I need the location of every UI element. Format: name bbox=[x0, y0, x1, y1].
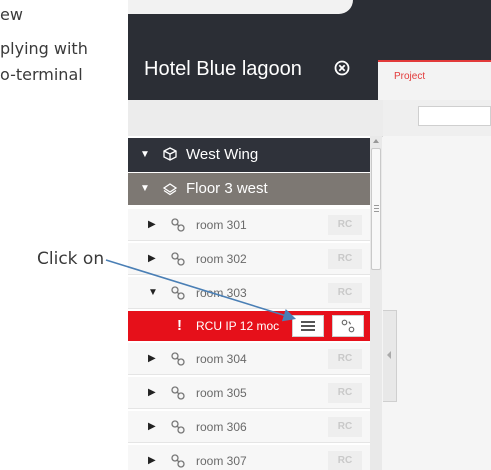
link-icon bbox=[171, 454, 185, 468]
unlink-icon bbox=[341, 319, 355, 333]
warning-icon: ! bbox=[177, 317, 182, 334]
rc-badge: RC bbox=[328, 283, 362, 303]
tree-item-label: room 307 bbox=[196, 454, 247, 468]
floor-layers-icon bbox=[162, 183, 178, 196]
link-icon bbox=[171, 252, 185, 266]
close-circle-icon bbox=[334, 60, 350, 76]
tab-project-label: Project bbox=[394, 71, 426, 82]
tree-item-room[interactable]: ▶ room 304 RC bbox=[128, 343, 370, 375]
tree-item-room[interactable]: ▶ room 302 RC bbox=[128, 243, 370, 275]
rc-badge: RC bbox=[328, 383, 362, 403]
caret-right-icon[interactable]: ▶ bbox=[148, 219, 156, 230]
close-project-button[interactable] bbox=[332, 60, 352, 80]
rc-badge: RC bbox=[328, 451, 362, 470]
tree-item-label: Floor 3 west bbox=[186, 180, 268, 197]
caret-right-icon[interactable]: ▶ bbox=[148, 353, 156, 364]
browser-tab-strip bbox=[128, 0, 353, 14]
tree-item-label: room 304 bbox=[196, 352, 247, 366]
tree-item-label: room 305 bbox=[196, 386, 247, 400]
tree-item-label: room 303 bbox=[196, 286, 247, 300]
panel-collapse-handle[interactable] bbox=[383, 310, 397, 402]
tree-item-room[interactable]: ▼ room 303 RC bbox=[128, 277, 370, 309]
caret-down-icon[interactable]: ▼ bbox=[148, 287, 158, 298]
tree-item-room[interactable]: ▶ room 307 RC bbox=[128, 445, 370, 470]
project-tree: ▼ West Wing ▼ Floor 3 west ▶ room 301 RC… bbox=[128, 136, 370, 470]
building-cube-icon bbox=[163, 147, 177, 161]
caret-right-icon[interactable]: ▶ bbox=[148, 455, 156, 466]
instruction-text-line-3: o-terminal bbox=[0, 65, 83, 84]
unlink-button[interactable] bbox=[332, 315, 364, 337]
tree-item-west-wing[interactable]: ▼ West Wing bbox=[128, 138, 370, 172]
tab-project[interactable]: Project bbox=[378, 60, 491, 100]
rc-badge: RC bbox=[328, 249, 362, 269]
tree-item-rcu-alert[interactable]: ! RCU IP 12 moc bbox=[128, 311, 370, 341]
link-icon bbox=[171, 420, 185, 434]
callout-label: Click on bbox=[37, 249, 105, 269]
caret-right-icon[interactable]: ▶ bbox=[148, 253, 156, 264]
app-window: Hotel Blue lagoon Project ▼ West Wing ▼ bbox=[128, 0, 491, 470]
link-icon bbox=[171, 352, 185, 366]
rc-badge: RC bbox=[328, 215, 362, 235]
tree-item-floor-3-west[interactable]: ▼ Floor 3 west bbox=[128, 173, 370, 205]
caret-down-icon[interactable]: ▼ bbox=[140, 183, 150, 194]
grip-icon bbox=[374, 205, 379, 212]
caret-down-icon[interactable]: ▼ bbox=[140, 149, 150, 160]
tree-item-label: room 301 bbox=[196, 218, 247, 232]
chevron-left-icon bbox=[387, 351, 391, 359]
tree-item-room[interactable]: ▶ room 305 RC bbox=[128, 377, 370, 409]
instruction-text-line-1: ew bbox=[0, 5, 23, 24]
caret-right-icon[interactable]: ▶ bbox=[148, 387, 156, 398]
tree-item-label: RCU IP 12 moc bbox=[196, 319, 280, 333]
search-input[interactable] bbox=[418, 106, 491, 126]
link-icon bbox=[171, 286, 185, 300]
rc-badge: RC bbox=[328, 349, 362, 369]
link-icon bbox=[171, 218, 185, 232]
menu-button[interactable] bbox=[292, 315, 324, 337]
tree-item-room[interactable]: ▶ room 306 RC bbox=[128, 411, 370, 443]
caret-right-icon[interactable]: ▶ bbox=[148, 421, 156, 432]
project-title: Hotel Blue lagoon bbox=[144, 58, 302, 80]
link-icon bbox=[171, 386, 185, 400]
tree-item-label: West Wing bbox=[186, 146, 259, 163]
scroll-thumb[interactable] bbox=[371, 148, 381, 270]
rc-badge: RC bbox=[328, 417, 362, 437]
scroll-up-arrow-icon[interactable] bbox=[372, 138, 380, 144]
hamburger-icon bbox=[301, 321, 315, 331]
instruction-text-line-2: plying with bbox=[0, 39, 88, 58]
tree-item-label: room 302 bbox=[196, 252, 247, 266]
tree-toolbar bbox=[128, 100, 383, 137]
tree-item-room[interactable]: ▶ room 301 RC bbox=[128, 209, 370, 241]
tree-item-label: room 306 bbox=[196, 420, 247, 434]
